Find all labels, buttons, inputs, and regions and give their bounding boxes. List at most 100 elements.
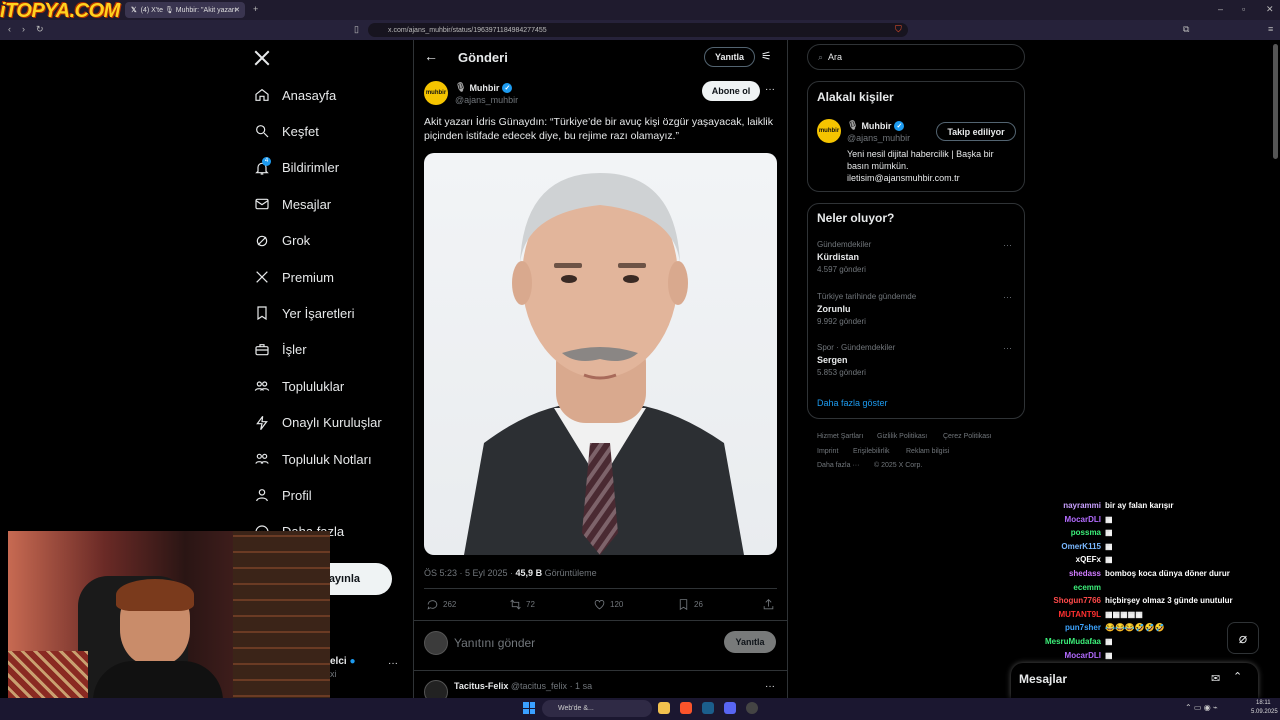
trend-item[interactable]: Gündemdekiler Kürdistan 4.597 gönderi ··· xyxy=(817,240,1017,274)
tab-title: (4) X'te 🎙 Muhbir: "Akit yazarı xyxy=(140,7,237,14)
nav-item-mail[interactable]: Mesajlar xyxy=(254,192,331,216)
reply-time[interactable]: · 1 sa xyxy=(570,681,593,691)
trend-more-icon[interactable]: ··· xyxy=(1003,343,1012,353)
author-handle[interactable]: @ajans_muhbir xyxy=(455,95,518,105)
trend-name: Zorunlu xyxy=(817,303,851,314)
composer-reply-button[interactable]: Yanıtla xyxy=(724,631,776,653)
back-arrow-icon[interactable]: ← xyxy=(424,48,438,64)
nav-item-notes[interactable]: Topluluk Notları xyxy=(254,447,372,471)
trends-show-more[interactable]: Daha fazla göster xyxy=(817,398,888,408)
account-name-fragment[interactable]: elci ● xyxy=(330,656,356,667)
nav-item-label: Yer İşaretleri xyxy=(282,305,355,321)
obs-icon[interactable] xyxy=(746,702,758,714)
search-icon: ⌕ xyxy=(818,51,824,62)
footer-link[interactable]: Erişilebilirlik xyxy=(853,448,890,455)
reply-author-name[interactable]: Tacitus-Felix xyxy=(454,681,508,691)
brave-browser-icon[interactable] xyxy=(680,702,692,714)
footer-link[interactable]: Hizmet Şartları xyxy=(817,433,863,440)
related-name[interactable]: 🎙 Muhbir ✓ xyxy=(847,120,905,131)
bookmark-page-icon[interactable]: ▯ xyxy=(354,24,359,35)
nav-item-bookmark[interactable]: Yer İşaretleri xyxy=(254,301,355,325)
nav-item-label: Topluluklar xyxy=(282,378,345,394)
chat-username: xQEFx xyxy=(1075,555,1101,565)
window-maximize-icon[interactable]: ▫ xyxy=(1242,4,1245,14)
x-logo-icon[interactable] xyxy=(253,49,271,67)
author-name[interactable]: 🎙 Muhbir ✓ xyxy=(455,82,513,93)
share-action[interactable] xyxy=(762,598,779,611)
search-input[interactable]: ⌕ Ara xyxy=(807,44,1025,70)
tweet-photo[interactable] xyxy=(424,153,777,555)
window-minimize-icon[interactable]: – xyxy=(1218,4,1223,14)
nav-item-person[interactable]: Profil xyxy=(254,483,312,507)
bookmark-action[interactable]: 26 xyxy=(677,598,703,611)
account-more-icon[interactable]: ··· xyxy=(388,658,398,669)
nav-item-grok[interactable]: Grok xyxy=(254,229,310,253)
new-tab-icon[interactable]: + xyxy=(253,4,258,14)
footer-link[interactable]: Daha fazla ··· xyxy=(817,462,859,469)
url-field[interactable]: x.com/ajans_muhbir/status/19639711849842… xyxy=(368,23,908,37)
clock-time[interactable]: 18:11 xyxy=(1256,700,1271,706)
related-avatar[interactable]: muhbir xyxy=(817,119,841,143)
trend-item[interactable]: Türkiye tarihinde gündemde Zorunlu 9.992 g… xyxy=(817,292,1017,326)
retweet-action[interactable]: 72 xyxy=(509,598,535,611)
header-reply-button[interactable]: Yanıtla xyxy=(704,47,755,67)
related-title: Alakalı kişiler xyxy=(817,90,894,104)
footer-link[interactable]: Imprint xyxy=(817,448,838,455)
nav-item-label: Mesajlar xyxy=(282,196,332,212)
trend-item[interactable]: Spor · Gündemdekiler Sergen 5.853 gönderi ·… xyxy=(817,343,1017,377)
follow-button[interactable]: Abone ol xyxy=(702,81,760,101)
messages-drawer[interactable]: Mesajlar ✉ ⌃ xyxy=(1011,663,1258,698)
reply-action[interactable]: 262 xyxy=(426,598,456,611)
following-button[interactable]: Takip ediliyor xyxy=(936,122,1016,141)
menu-icon[interactable]: ≡ xyxy=(1268,24,1273,34)
nav-item-search[interactable]: Keşfet xyxy=(254,119,319,143)
nav-item-briefcase[interactable]: İşler xyxy=(254,338,307,362)
trend-count: 5.853 gönderi xyxy=(817,368,866,377)
composer-placeholder[interactable]: Yanıtını gönder xyxy=(454,636,535,650)
chat-message: MocarDLI ▦ xyxy=(1000,515,1270,524)
chat-text: ▦ xyxy=(1105,514,1113,524)
webcam-overlay xyxy=(8,531,330,711)
nav-item-lightning[interactable]: Onaylı Kuruluşlar xyxy=(254,411,382,435)
grok-floating-button[interactable]: ⌀ xyxy=(1227,622,1259,654)
filter-icon[interactable]: ⚟ xyxy=(761,49,772,63)
brave-shield-icon[interactable]: ⛉ xyxy=(895,24,902,35)
nav-item-x-logo[interactable]: Premium xyxy=(254,265,334,289)
related-handle[interactable]: @ajans_muhbir xyxy=(847,133,910,143)
reply-more-icon[interactable]: ··· xyxy=(765,681,775,692)
browser-tab[interactable]: 𝕏 (4) X'te 🎙 Muhbir: "Akit yazarı ✕ xyxy=(125,2,245,18)
author-avatar[interactable]: muhbir xyxy=(424,81,448,105)
trend-more-icon[interactable]: ··· xyxy=(1003,292,1012,302)
clock-date[interactable]: 5.09.2025 xyxy=(1251,709,1278,715)
tab-close-icon[interactable]: ✕ xyxy=(234,6,240,14)
footer-link[interactable]: Reklam bilgisi xyxy=(906,448,949,455)
expand-icon[interactable]: ⌃ xyxy=(1233,670,1242,683)
reply-author-handle[interactable]: @tacitus_felix xyxy=(511,681,567,691)
tray-icons[interactable]: ⌃ ▭ ◉ ⌁ xyxy=(1185,703,1218,712)
windows-start-icon[interactable] xyxy=(523,702,535,714)
nav-item-label: Grok xyxy=(282,233,311,249)
chat-text: bomboş koca dünya döner durur xyxy=(1105,569,1230,578)
footer-link[interactable]: Gizlilik Politikası xyxy=(877,433,927,440)
like-action[interactable]: 120 xyxy=(593,598,623,611)
file-explorer-icon[interactable] xyxy=(658,702,670,714)
trend-category: Gündemdekiler xyxy=(817,240,872,249)
steam-icon[interactable] xyxy=(702,702,714,714)
tweet-more-icon[interactable]: ··· xyxy=(765,84,775,95)
footer-link: © 2025 X Corp. xyxy=(874,462,923,469)
window-close-icon[interactable]: ✕ xyxy=(1266,4,1274,15)
footer-link[interactable]: Çerez Politikası xyxy=(943,433,992,440)
discord-icon[interactable] xyxy=(724,702,736,714)
page-scrollbar[interactable] xyxy=(1273,44,1278,159)
trend-more-icon[interactable]: ··· xyxy=(1003,240,1012,250)
composer-avatar xyxy=(424,631,448,655)
tweet-timestamp[interactable]: ÖS 5:23 · 5 Eyl 2025 · xyxy=(424,568,516,578)
nav-item-communities[interactable]: Topluluklar xyxy=(254,374,344,398)
extensions-icon[interactable]: ⧉ xyxy=(1183,24,1189,35)
chat-message: ecemm xyxy=(1000,583,1270,592)
divider xyxy=(424,588,777,589)
taskbar-search[interactable]: Web'de &... xyxy=(542,700,652,717)
nav-item-home[interactable]: Anasayfa xyxy=(254,83,336,107)
nav-item-label: Profil xyxy=(282,487,312,503)
new-message-icon[interactable]: ✉ xyxy=(1211,672,1220,685)
